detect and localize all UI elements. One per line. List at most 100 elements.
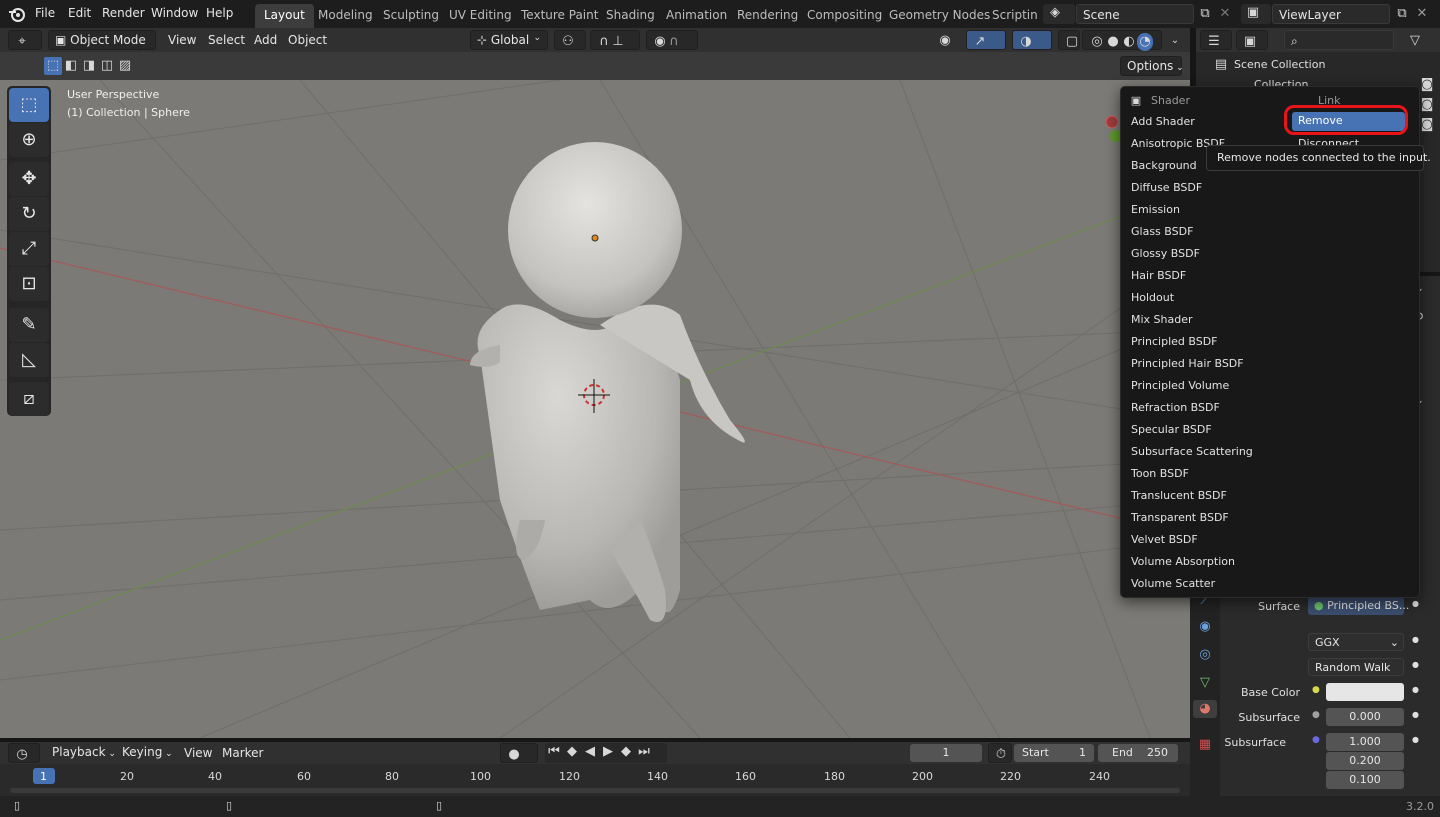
prev-keyframe-icon[interactable]: ◆ xyxy=(563,743,581,761)
shading-mode-buttons[interactable]: ◎ ● ◐ ◔ xyxy=(1082,30,1162,51)
outliner-editor-type-button[interactable]: ☰ xyxy=(1200,30,1232,50)
move-tool[interactable]: ✥ xyxy=(9,162,49,196)
tab-texture-paint[interactable]: Texture Paint xyxy=(512,4,607,28)
tab-animation[interactable]: Animation xyxy=(657,4,736,28)
rendered-shading-icon[interactable]: ◔ xyxy=(1137,33,1153,51)
shader-menu-item[interactable]: Volume Scatter xyxy=(1131,577,1215,590)
keyframe-dot-icon[interactable]: ● xyxy=(1412,710,1419,719)
gizmo-x-axis-dot[interactable] xyxy=(1105,115,1119,129)
jump-end-icon[interactable]: ⏭ xyxy=(635,743,653,761)
3d-viewport[interactable]: User Perspective (1) Collection | Sphere… xyxy=(0,80,1190,738)
shader-menu-item[interactable]: Add Shader xyxy=(1131,115,1195,128)
keyframe-dot-icon[interactable]: ● xyxy=(1412,635,1419,644)
view-menu[interactable]: View xyxy=(168,33,196,47)
measure-tool[interactable]: ◺ xyxy=(9,343,49,377)
shading-options-icon[interactable]: ⌄ xyxy=(1166,32,1184,50)
radius-z-field[interactable]: 0.100 xyxy=(1326,771,1404,789)
delete-scene-icon[interactable]: ✕ xyxy=(1216,5,1234,23)
outliner-search-input[interactable]: ⌕ xyxy=(1284,30,1394,50)
tab-geometry-nodes[interactable]: Geometry Nodes xyxy=(880,4,999,28)
select-box-tool[interactable]: ⬚ xyxy=(9,88,49,122)
data-tab-icon[interactable]: ▽ xyxy=(1196,674,1214,692)
radius-x-field[interactable]: 1.000 xyxy=(1326,733,1404,751)
jump-start-icon[interactable]: ⏮ xyxy=(545,743,563,761)
menu-file[interactable]: File xyxy=(35,6,55,20)
shader-menu-item[interactable]: Translucent BSDF xyxy=(1131,489,1227,502)
keyframe-dot-icon[interactable]: ● xyxy=(1412,735,1419,744)
render-camera-icon[interactable]: ◙ xyxy=(1418,96,1436,114)
menu-edit[interactable]: Edit xyxy=(68,6,91,20)
playback-menu[interactable]: Playback ⌄ xyxy=(46,743,116,763)
start-frame-field[interactable]: Start 1 xyxy=(1014,744,1094,762)
shader-menu-item[interactable]: Principled BSDF xyxy=(1131,335,1218,348)
base-color-swatch[interactable] xyxy=(1326,683,1404,701)
shader-menu-item[interactable]: Toon BSDF xyxy=(1131,467,1189,480)
select-menu[interactable]: Select xyxy=(208,33,245,47)
select-subtract-icon[interactable]: ◨ xyxy=(80,57,98,75)
transform-orientation-dropdown[interactable]: ⊹ Global ⌄ xyxy=(470,30,548,50)
annotate-tool[interactable]: ✎ xyxy=(9,308,49,342)
shader-menu-item[interactable]: Glossy BSDF xyxy=(1131,247,1200,260)
filter-button[interactable]: ▽ xyxy=(1400,30,1436,50)
character-model[interactable] xyxy=(470,142,745,622)
rotate-tool[interactable]: ↻ xyxy=(9,197,49,231)
object-menu[interactable]: Object xyxy=(288,33,327,47)
texture-tab-icon[interactable]: ▦ xyxy=(1196,736,1214,754)
wireframe-shading-icon[interactable]: ◎ xyxy=(1089,33,1105,51)
object-mode-dropdown[interactable]: ▣ Object Mode⌄ xyxy=(48,30,156,57)
shader-menu-item[interactable]: Glass BSDF xyxy=(1131,225,1193,238)
tab-compositing[interactable]: Compositing xyxy=(798,4,891,28)
menu-window[interactable]: Window xyxy=(151,6,198,20)
shader-menu-item[interactable]: Transparent BSDF xyxy=(1131,511,1229,524)
xray-toggle-button[interactable]: ▢ xyxy=(1058,30,1080,50)
radius-y-field[interactable]: 0.200 xyxy=(1326,752,1404,770)
visibility-button[interactable]: ◉ xyxy=(930,30,964,50)
auto-keying-button[interactable]: ● xyxy=(500,743,538,763)
scene-selector-button[interactable]: ◈ xyxy=(1043,4,1075,24)
timeline-area[interactable]: 1 20 40 60 80 100 120 140 160 180 200 22… xyxy=(0,764,1190,796)
tab-scripting[interactable]: Scripting xyxy=(983,4,1038,28)
subsurface-method-dropdown[interactable]: Random Walk⌄ xyxy=(1308,658,1404,692)
shader-menu-item[interactable]: Mix Shader xyxy=(1131,313,1193,326)
next-keyframe-icon[interactable]: ◆ xyxy=(617,743,635,761)
tab-rendering[interactable]: Rendering xyxy=(728,4,807,28)
tab-sculpting[interactable]: Sculpting xyxy=(374,4,448,28)
timeline-view-menu[interactable]: View xyxy=(184,746,212,760)
tab-uv-editing[interactable]: UV Editing xyxy=(440,4,521,28)
add-cube-tool[interactable]: ⧄ xyxy=(9,382,49,416)
select-new-icon[interactable]: ⬚ xyxy=(44,57,62,75)
play-icon[interactable]: ▶ xyxy=(599,743,617,761)
subsurface-value-field[interactable]: 0.000 xyxy=(1326,708,1404,726)
shader-menu-item[interactable]: Principled Hair BSDF xyxy=(1131,357,1244,370)
select-extend-icon[interactable]: ◧ xyxy=(62,57,80,75)
timeline-scrollbar[interactable] xyxy=(10,788,1180,793)
selection-mode-buttons[interactable]: ⬚ ◧ ◨ ◫ ▨ xyxy=(44,57,139,75)
proportional-editing-button[interactable]: ◉ ∩ xyxy=(646,30,698,50)
material-tab-icon[interactable]: ◕ xyxy=(1193,700,1217,718)
solid-shading-icon[interactable]: ● xyxy=(1105,33,1121,51)
distribution-dropdown[interactable]: GGX ⌄ xyxy=(1308,633,1404,651)
scene-collection-label[interactable]: Scene Collection xyxy=(1234,58,1325,71)
timeline-editor-type-button[interactable]: ◷ xyxy=(8,743,40,763)
snap-button[interactable]: ∩ ⊥ xyxy=(590,30,640,50)
new-scene-icon[interactable]: ⧉ xyxy=(1196,5,1214,23)
physics-tab-icon[interactable]: ◉ xyxy=(1196,618,1214,636)
end-frame-field[interactable]: End 250 xyxy=(1098,744,1178,762)
marker-menu[interactable]: Marker xyxy=(222,746,263,760)
shader-menu-item[interactable]: Holdout xyxy=(1131,291,1174,304)
tab-layout[interactable]: Layout xyxy=(255,4,314,28)
new-view-layer-icon[interactable]: ⧉ xyxy=(1393,5,1411,23)
editor-type-button[interactable]: ⌖⌄ xyxy=(8,30,42,65)
material-shading-icon[interactable]: ◐ xyxy=(1121,33,1137,51)
scale-tool[interactable]: ⤢ xyxy=(9,232,49,266)
shader-menu-item[interactable]: Emission xyxy=(1131,203,1180,216)
blender-logo-icon[interactable] xyxy=(8,5,26,23)
add-menu[interactable]: Add xyxy=(254,33,277,47)
scene-name-field[interactable]: Scene xyxy=(1076,4,1194,24)
menu-render[interactable]: Render xyxy=(102,6,145,20)
select-intersect-icon[interactable]: ◫ xyxy=(98,57,116,75)
shader-menu-item[interactable]: Hair BSDF xyxy=(1131,269,1186,282)
shader-menu-item[interactable]: Subsurface Scattering xyxy=(1131,445,1253,458)
shader-menu-item[interactable]: Background xyxy=(1131,159,1197,172)
keying-menu[interactable]: Keying ⌄ xyxy=(116,743,174,763)
